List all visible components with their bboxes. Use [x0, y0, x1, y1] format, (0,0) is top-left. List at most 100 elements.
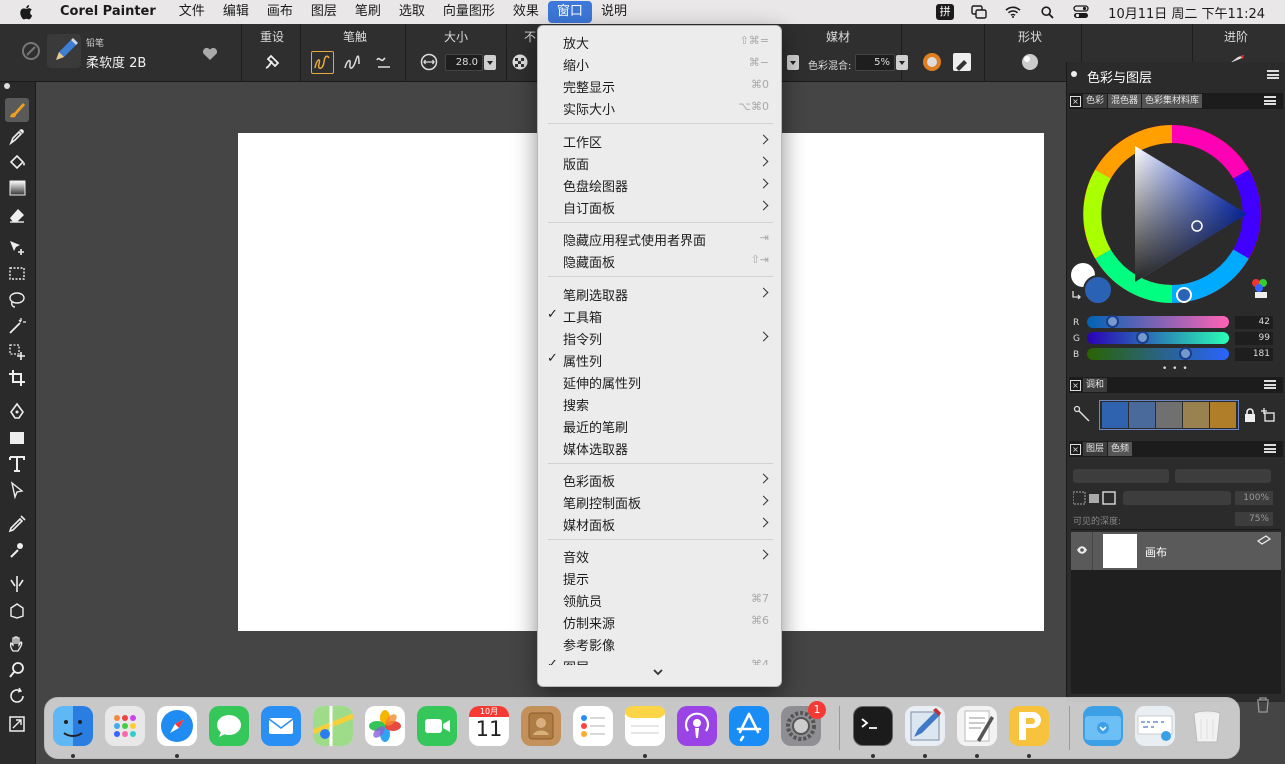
apple-icon[interactable]: [18, 3, 36, 21]
pen-tool[interactable]: [5, 400, 29, 424]
downloads-folder-icon[interactable]: [1083, 706, 1123, 746]
layer-options-icons[interactable]: [1073, 491, 1119, 505]
menu-edit[interactable]: 编辑: [214, 1, 258, 23]
menu-item-custom-palette[interactable]: 自订面板: [538, 196, 781, 218]
red-slider-knob[interactable]: [1106, 315, 1119, 328]
menu-item-reference-image[interactable]: 参考影像: [538, 633, 781, 655]
eraser-tool[interactable]: [5, 202, 29, 226]
red-slider[interactable]: [1087, 315, 1229, 328]
input-method-indicator[interactable]: 拼: [928, 1, 962, 23]
brush-library-icon[interactable]: [20, 40, 42, 62]
toolbox-grip[interactable]: [4, 83, 10, 89]
menu-item-zoom-out[interactable]: 缩小 ⌘−: [538, 53, 781, 75]
menu-item-workspace[interactable]: 工作区: [538, 130, 781, 152]
cloner-tool[interactable]: [5, 512, 29, 536]
layer-row-canvas[interactable]: 画布: [1071, 532, 1281, 570]
tab-color-sets[interactable]: 色彩集材料库: [1142, 94, 1203, 108]
blue-slider-knob[interactable]: [1179, 347, 1192, 360]
blue-slider[interactable]: [1087, 347, 1229, 360]
menu-vector[interactable]: 向量图形: [434, 1, 504, 23]
menu-file[interactable]: 文件: [170, 1, 214, 23]
swap-colors-icon[interactable]: [1071, 289, 1083, 301]
menu-item-command-bar[interactable]: 指令列: [538, 327, 781, 349]
menubar-clock[interactable]: 10月11日 周二 下午11:24: [1098, 3, 1285, 22]
blue-value[interactable]: 181: [1235, 348, 1273, 361]
size-arrows-icon[interactable]: [420, 53, 438, 71]
menu-item-actual-size[interactable]: 实际大小 ⌥⌘0: [538, 97, 781, 119]
facetime-icon[interactable]: [417, 706, 457, 746]
menu-item-search[interactable]: 搜索: [538, 393, 781, 415]
reminders-icon[interactable]: [573, 706, 613, 746]
harmony-swatch[interactable]: [1156, 402, 1182, 428]
menu-item-audio[interactable]: 音效: [538, 545, 781, 567]
perspective-guide-tool[interactable]: [5, 598, 29, 622]
visible-depth-value[interactable]: 75%: [1235, 512, 1273, 526]
harmony-swatch[interactable]: [1183, 402, 1209, 428]
menu-help[interactable]: 说明: [592, 1, 636, 23]
add-harmony-icon[interactable]: [1260, 408, 1276, 422]
dab-stroke-button[interactable]: [311, 51, 334, 74]
close-layers-icon[interactable]: ×: [1070, 443, 1081, 455]
panel-grip[interactable]: [1071, 71, 1077, 77]
layer-opacity-value[interactable]: 100%: [1235, 491, 1273, 505]
paper-texture-icon[interactable]: [921, 51, 943, 73]
menu-item-hide-panels[interactable]: 隐藏面板 ⇧⇥: [538, 250, 781, 272]
menu-item-clone-source[interactable]: 仿制来源 ⌘6: [538, 611, 781, 633]
magic-wand-tool[interactable]: [5, 314, 29, 338]
selection-adjuster-tool[interactable]: [5, 340, 29, 364]
panel-menu-icon[interactable]: [1267, 70, 1279, 79]
gradient-tool[interactable]: [5, 176, 29, 200]
spotlight-search-icon[interactable]: [1030, 1, 1064, 23]
menu-item-recent-brushes[interactable]: 最近的笔刷: [538, 415, 781, 437]
composite-method-select[interactable]: [1073, 469, 1169, 483]
menu-item-layers-partial[interactable]: ✓ 图层 ⌘4: [538, 655, 781, 665]
color-mix-field[interactable]: 5%: [855, 54, 895, 71]
composite-depth-select[interactable]: [1175, 469, 1271, 483]
menu-item-media-selector[interactable]: 媒体选取器: [538, 437, 781, 459]
menu-item-color-panels[interactable]: 色彩面板: [538, 469, 781, 491]
terminal-icon[interactable]: [853, 706, 893, 746]
menu-item-media-panels[interactable]: 媒材面板: [538, 513, 781, 535]
trash-icon[interactable]: [1187, 706, 1227, 746]
photos-icon[interactable]: [365, 706, 405, 746]
finder-icon[interactable]: [53, 706, 93, 746]
menu-item-palette-drawers[interactable]: 色盘绘图器: [538, 174, 781, 196]
lasso-tool[interactable]: [5, 288, 29, 312]
menu-window[interactable]: 窗口: [547, 1, 592, 23]
pages-icon[interactable]: [1009, 706, 1049, 746]
brush-thumbnail[interactable]: [47, 34, 81, 68]
menu-item-brush-control-panels[interactable]: 笔刷控制面板: [538, 491, 781, 513]
rect-selection-tool[interactable]: [5, 262, 29, 286]
tab-layers[interactable]: 图层: [1083, 442, 1108, 456]
tab-color[interactable]: 色彩: [1083, 94, 1108, 108]
menu-item-brush-selector[interactable]: 笔刷选取器: [538, 283, 781, 305]
corel-painter-icon[interactable]: [905, 706, 945, 746]
red-value[interactable]: 42: [1235, 316, 1273, 329]
app-store-icon[interactable]: [729, 706, 769, 746]
dab-wave-icon[interactable]: [374, 53, 396, 73]
menu-app-name[interactable]: Corel Painter: [48, 1, 170, 23]
green-slider[interactable]: [1087, 331, 1229, 344]
menu-item-fit-to-screen[interactable]: 完整显示 ⌘0: [538, 75, 781, 97]
reset-brush-icon[interactable]: [262, 52, 282, 72]
green-value[interactable]: 99: [1235, 332, 1273, 345]
menu-scroll-down-icon[interactable]: [652, 666, 664, 678]
menu-select[interactable]: 选取: [390, 1, 434, 23]
menu-brushes[interactable]: 笔刷: [346, 1, 390, 23]
opacity-checker-icon[interactable]: [511, 53, 529, 71]
color-dropper-palette-icon[interactable]: [1247, 276, 1273, 302]
size-value-field[interactable]: 28.0: [445, 54, 483, 71]
media-dropdown-arrow[interactable]: [787, 55, 799, 70]
safari-icon[interactable]: [157, 706, 197, 746]
dab-shape-sphere-icon[interactable]: [1019, 51, 1041, 73]
crop-tool[interactable]: [5, 366, 29, 390]
menu-item-hints[interactable]: 提示: [538, 567, 781, 589]
close-harmony-icon[interactable]: ×: [1070, 379, 1081, 391]
layers-menu-icon[interactable]: [1264, 444, 1276, 453]
menu-item-zoom-in[interactable]: 放大 ⇧⌘=: [538, 31, 781, 53]
delete-layer-trash-icon[interactable]: [1256, 697, 1270, 713]
size-dropdown-arrow[interactable]: [484, 55, 496, 70]
screen-mirroring-icon[interactable]: [962, 1, 996, 23]
harmony-menu-icon[interactable]: [1264, 380, 1276, 389]
close-panel-icon[interactable]: ×: [1070, 95, 1081, 107]
